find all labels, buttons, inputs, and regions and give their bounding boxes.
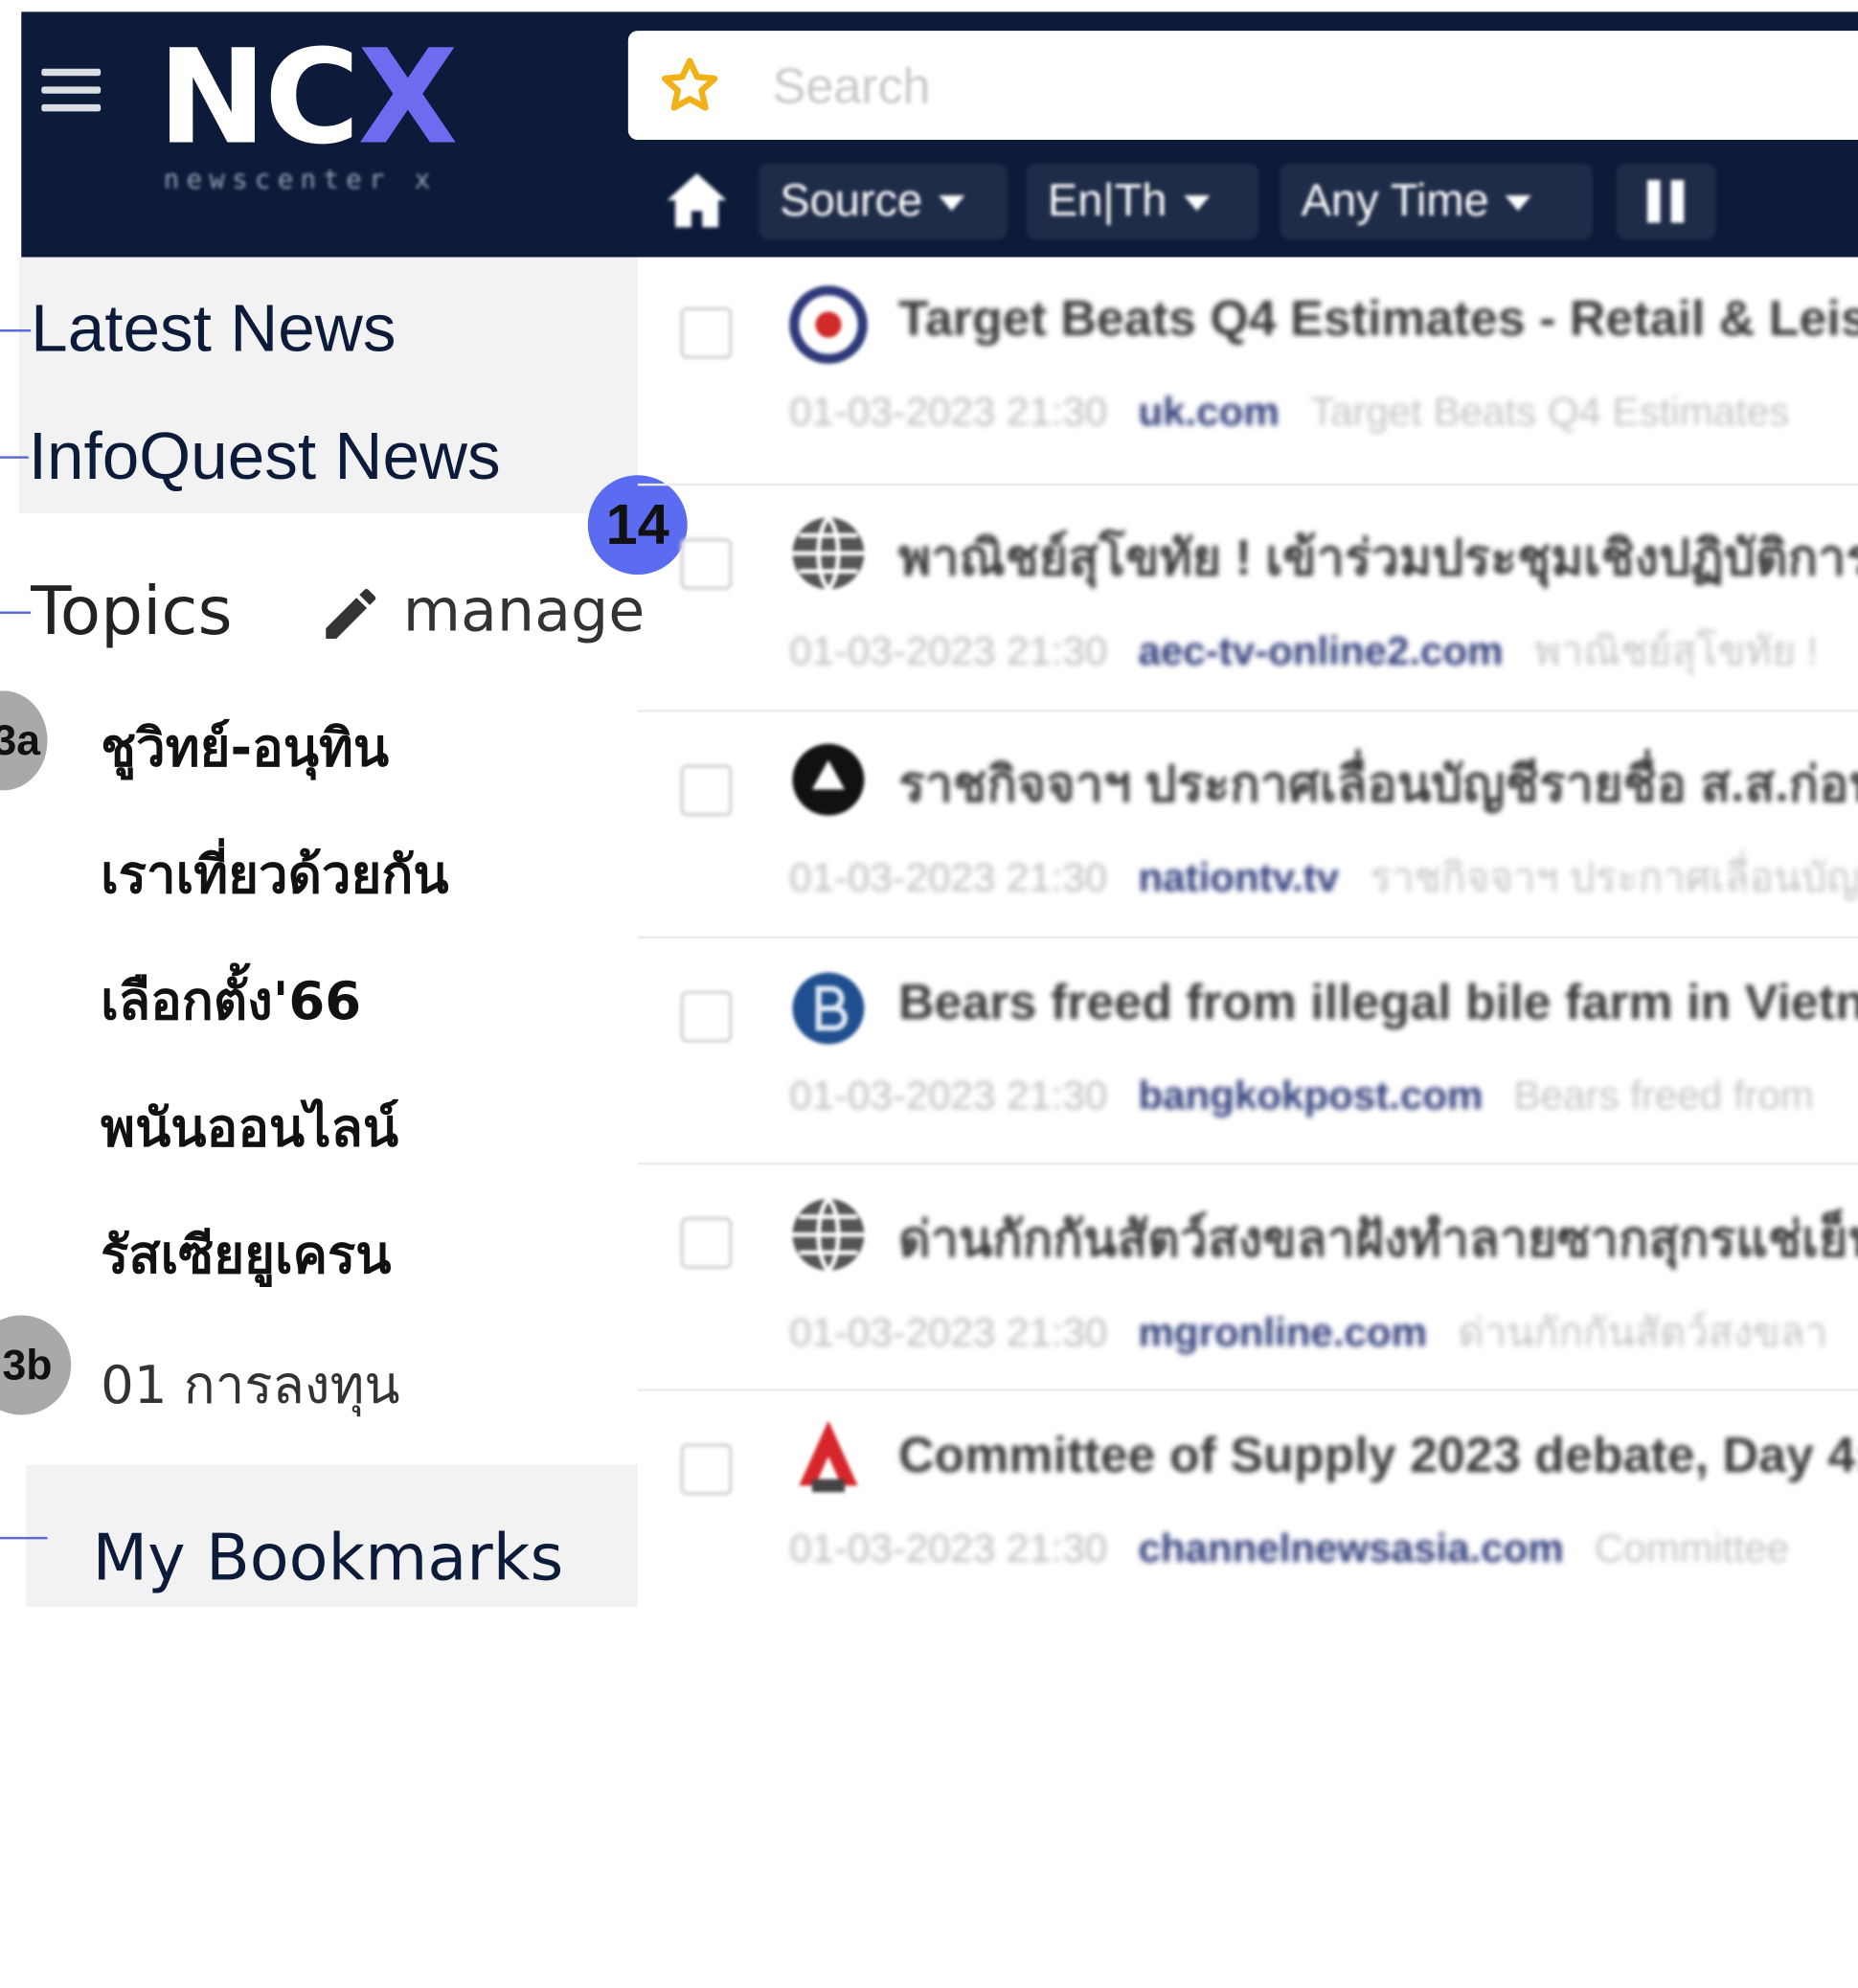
top-header: NCX newscenter x Source En|Th Any Time: [21, 11, 1858, 258]
news-source[interactable]: mgronline.com: [1138, 1311, 1427, 1356]
news-snippet: Committee: [1594, 1525, 1790, 1571]
news-source[interactable]: uk.com: [1138, 390, 1279, 435]
news-title[interactable]: Committee of Supply 2023 debate, Day 4: …: [898, 1427, 1858, 1483]
caret-down-icon: [939, 195, 965, 212]
caret-down-icon: [1183, 195, 1211, 212]
my-bookmarks-link[interactable]: My Bookmarks: [93, 1521, 564, 1595]
guide-line: [0, 611, 32, 614]
pencil-icon[interactable]: [318, 580, 384, 646]
logo-x: X: [357, 21, 458, 173]
news-title[interactable]: พาณิชย์สุโขทัย ! เข้าร่วมประชุมเชิงปฏิบั…: [898, 519, 1858, 598]
language-dropdown[interactable]: En|Th: [1026, 163, 1259, 239]
annotation-badge-3a: 3a: [0, 690, 48, 791]
hamburger-menu-icon[interactable]: [41, 68, 102, 112]
news-checkbox[interactable]: [680, 1443, 733, 1496]
news-source[interactable]: nationtv.tv: [1138, 855, 1339, 900]
news-snippet: ราชกิจจาฯ ประกาศเลื่อนบัญ: [1370, 855, 1858, 901]
time-dropdown[interactable]: Any Time: [1280, 163, 1594, 239]
search-input[interactable]: [770, 31, 1842, 143]
time-label: Any Time: [1301, 176, 1489, 227]
source-label: Source: [780, 176, 923, 227]
star-icon[interactable]: [659, 55, 720, 116]
logo-subtitle: newscenter x: [163, 166, 438, 196]
guide-line: [0, 456, 29, 459]
language-label: En|Th: [1047, 176, 1167, 227]
news-item[interactable]: Target Beats Q4 Estimates - Retail & Lei…: [638, 258, 1858, 484]
news-checkbox[interactable]: [680, 990, 733, 1043]
nation-logo-icon: [792, 743, 865, 816]
pause-icon[interactable]: [1616, 163, 1716, 239]
news-source[interactable]: channelnewsasia.com: [1138, 1526, 1563, 1571]
news-date: 01-03-2023 21:30: [789, 1073, 1108, 1119]
news-list: Target Beats Q4 Estimates - Retail & Lei…: [637, 258, 1858, 1609]
bangkokpost-logo-icon: [792, 972, 865, 1045]
news-item[interactable]: Bears freed from illegal bile farm in Vi…: [637, 936, 1858, 1165]
search-box: [627, 31, 1858, 143]
news-item[interactable]: ด่านกักกันสัตว์สงขลาฝังทำลายซากสุกรแช่เย…: [637, 1162, 1858, 1391]
topic-item[interactable]: รัสเซียยูเครน: [101, 1213, 391, 1297]
news-date: 01-03-2023 21:30: [789, 1525, 1108, 1571]
latest-news-link[interactable]: Latest News: [31, 289, 396, 366]
news-checkbox[interactable]: [680, 537, 733, 591]
news-item[interactable]: Committee of Supply 2023 debate, Day 4: …: [637, 1389, 1858, 1608]
infoquest-news-link[interactable]: InfoQuest News: [29, 418, 501, 494]
news-source[interactable]: aec-tv-online2.com: [1138, 629, 1503, 674]
caret-down-icon: [1505, 195, 1532, 212]
folder-topic-item[interactable]: 01 การลงทุน: [101, 1344, 399, 1427]
home-icon[interactable]: [664, 170, 730, 230]
source-dropdown[interactable]: Source: [758, 163, 1008, 239]
news-checkbox[interactable]: [680, 306, 733, 359]
news-meta: 01-03-2023 21:30 bangkokpost.com Bears fre…: [789, 1073, 1814, 1119]
globe-icon: [792, 1197, 865, 1273]
news-checkbox[interactable]: [680, 1216, 733, 1270]
news-title[interactable]: Target Beats Q4 Estimates - Retail & Lei…: [898, 290, 1858, 347]
news-snippet: ด่านกักกันสัตว์สงขลา: [1458, 1310, 1828, 1356]
news-title[interactable]: ด่านกักกันสัตว์สงขลาฝังทำลายซากสุกรแช่เย…: [898, 1200, 1858, 1278]
news-title[interactable]: ราชกิจจาฯ ประกาศเลื่อนบัญชีรายชื่อ ส.ส.ก…: [898, 745, 1858, 824]
ncx-logo[interactable]: NCX newscenter x: [158, 26, 466, 195]
news-date: 01-03-2023 21:30: [789, 1310, 1108, 1356]
news-meta: 01-03-2023 21:30 mgronline.com ด่านกักกันส…: [789, 1299, 1827, 1364]
news-snippet: พาณิชย์สุโขทัย !: [1533, 629, 1819, 675]
topic-item[interactable]: ชูวิทย์-อนุทิน: [101, 706, 389, 789]
news-source[interactable]: bangkokpost.com: [1138, 1073, 1483, 1118]
news-date: 01-03-2023 21:30: [789, 390, 1108, 436]
topic-item[interactable]: เราเที่ยวด้วยกัน: [101, 833, 448, 916]
news-checkbox[interactable]: [680, 764, 733, 817]
news-date: 01-03-2023 21:30: [789, 855, 1108, 901]
guide-line: [0, 328, 32, 332]
news-meta: 01-03-2023 21:30 channelnewsasia.com Commi…: [789, 1526, 1789, 1572]
news-meta: 01-03-2023 21:30 aec-tv-online2.com พาณิชย…: [789, 619, 1818, 683]
topic-item[interactable]: เลือกตั้ง'66: [101, 960, 361, 1043]
cna-logo-icon: [799, 1420, 858, 1493]
logo-text: NC: [157, 21, 360, 173]
topics-heading: Topics: [31, 573, 233, 651]
globe-icon: [792, 515, 865, 591]
news-item[interactable]: ราชกิจจาฯ ประกาศเลื่อนบัญชีรายชื่อ ส.ส.ก…: [637, 710, 1858, 938]
badge-3a-label: 3a: [0, 715, 41, 765]
news-meta: 01-03-2023 21:30 nationtv.tv ราชกิจจาฯ ประ…: [789, 845, 1858, 909]
news-item[interactable]: พาณิชย์สุโขทัย ! เข้าร่วมประชุมเชิงปฏิบั…: [637, 483, 1858, 712]
news-title[interactable]: Bears freed from illegal bile farm in Vi…: [898, 974, 1858, 1030]
target-logo-icon: [789, 285, 868, 364]
news-snippet: Target Beats Q4 Estimates: [1309, 390, 1790, 436]
news-snippet: Bears freed from: [1513, 1073, 1814, 1119]
annotation-badge-3b: 3b: [0, 1315, 72, 1415]
guide-line: [0, 1536, 48, 1540]
topic-item[interactable]: พนันออนไลน์: [101, 1087, 398, 1170]
news-meta: 01-03-2023 21:30 uk.com Target Beats Q4 Es…: [789, 390, 1789, 436]
badge-3b-label: 3b: [2, 1340, 53, 1389]
manage-topics-link[interactable]: manage: [403, 576, 646, 644]
news-date: 01-03-2023 21:30: [789, 629, 1108, 675]
